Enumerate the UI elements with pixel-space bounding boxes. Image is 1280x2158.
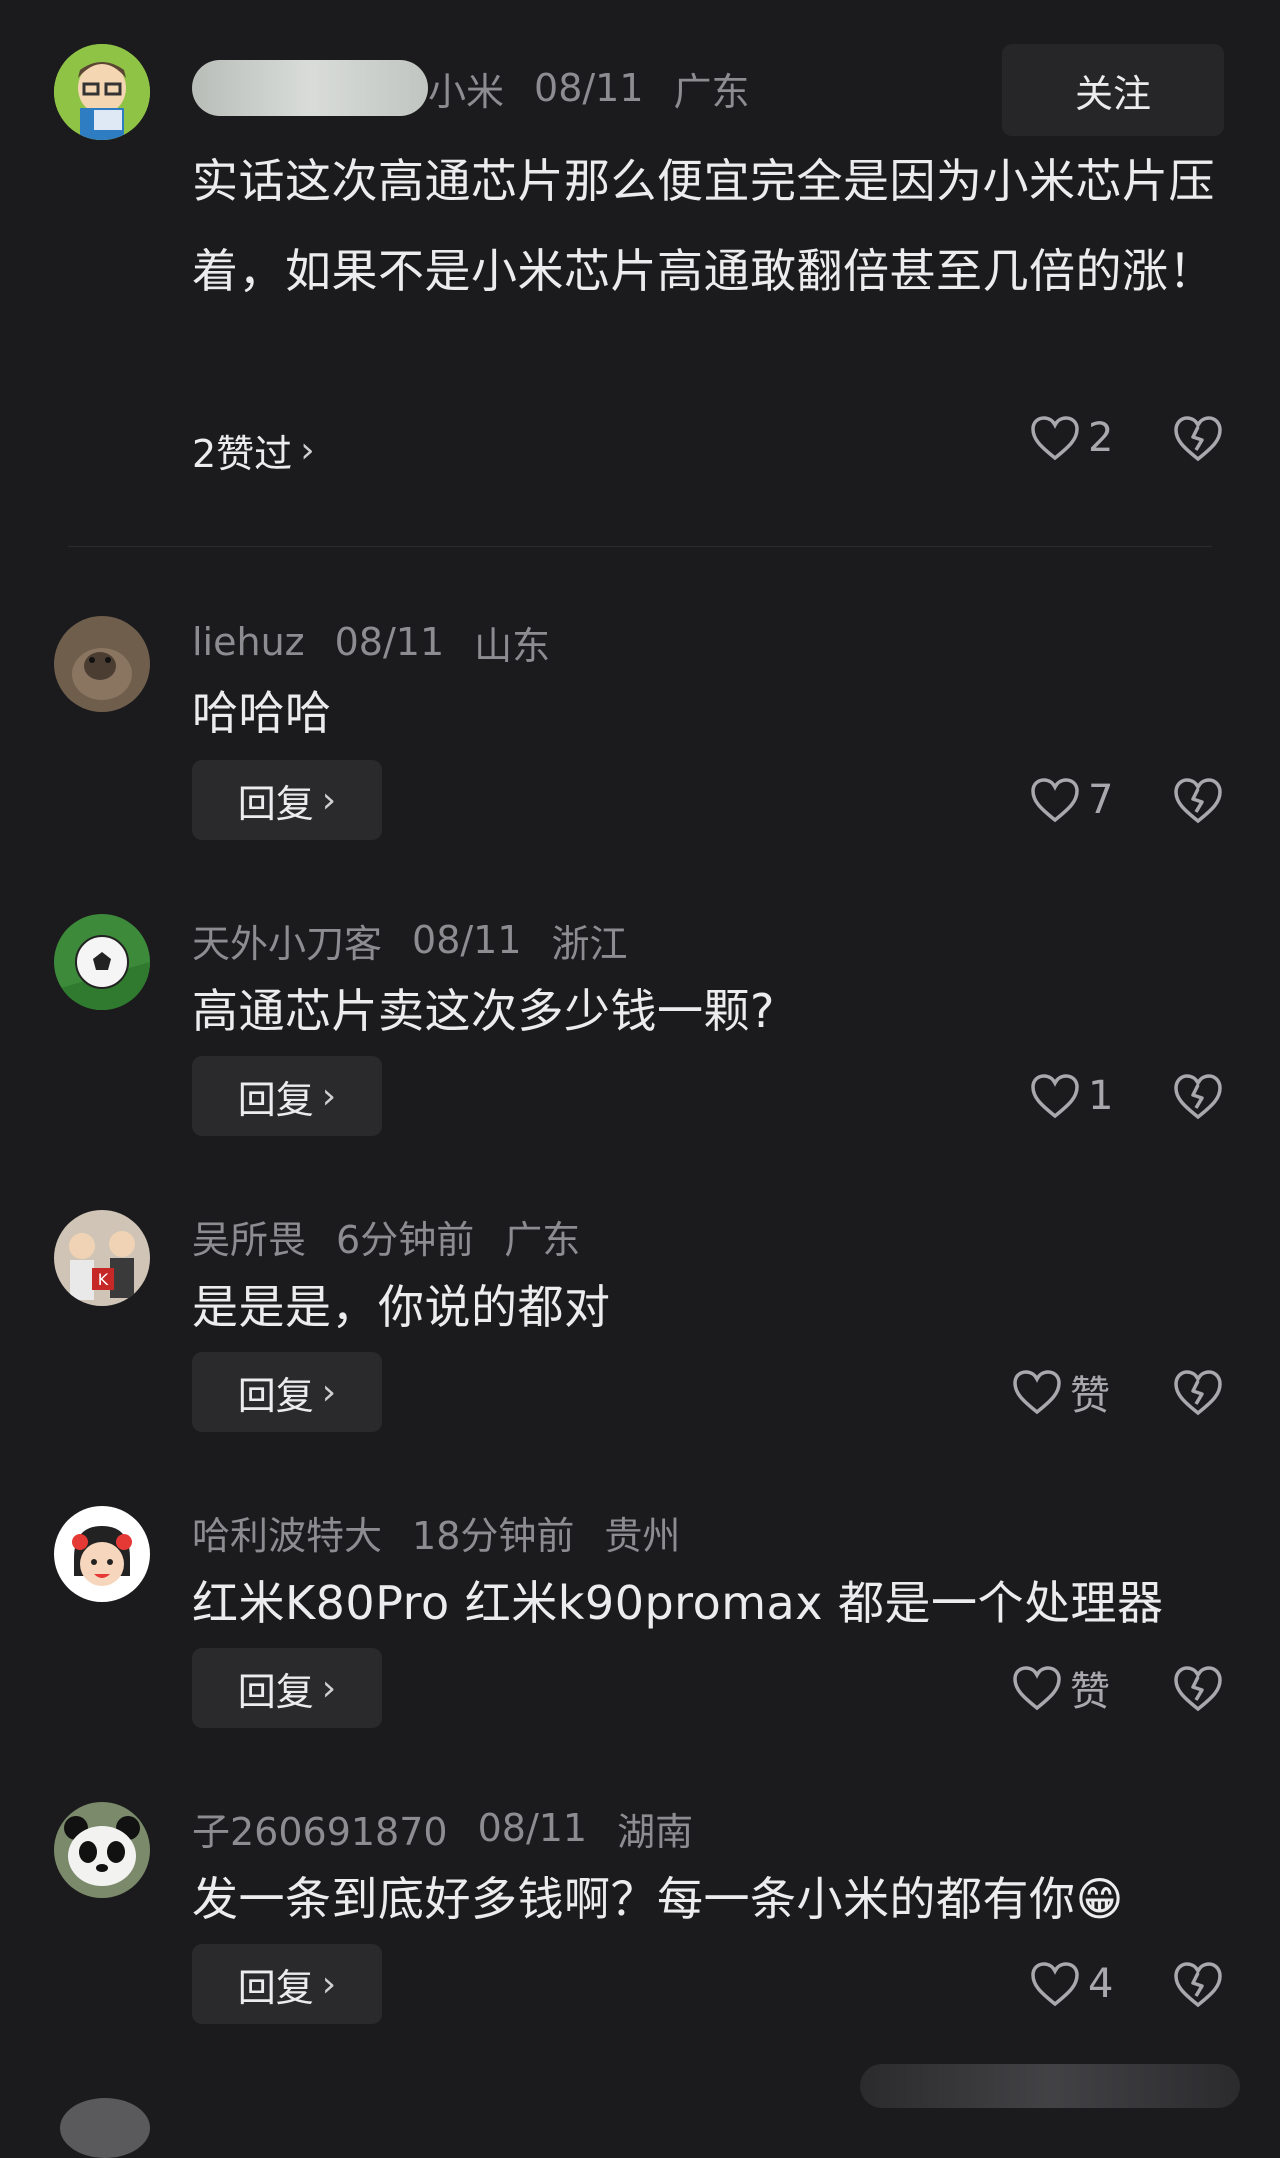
chevron-right-icon: › <box>321 1075 337 1117</box>
username[interactable]: liehuz <box>192 620 305 664</box>
like-count: 7 <box>1088 777 1114 823</box>
broken-heart-icon[interactable] <box>1172 412 1224 464</box>
comment-date: 08/11 <box>534 66 644 110</box>
avatar[interactable] <box>54 1802 150 1898</box>
heart-icon <box>1031 1074 1079 1119</box>
reply-label: 回复 <box>237 781 314 826</box>
avatar[interactable] <box>54 616 150 712</box>
chevron-right-icon: › <box>321 1667 337 1709</box>
reply-button[interactable]: 回复 › <box>192 760 382 840</box>
soccer-ball-icon <box>54 914 150 1010</box>
comment-meta: 小米 08/11 广东 <box>192 58 750 118</box>
like-button[interactable]: 1 <box>1030 1066 1113 1126</box>
comment-location: 湖南 <box>617 1809 694 1854</box>
like-button[interactable]: 2 <box>1030 408 1113 468</box>
comment-location: 广东 <box>673 69 750 114</box>
photo-avatar-icon <box>54 616 150 712</box>
comment-text: 高通芯片卖这次多少钱一颗? <box>192 984 775 1038</box>
follow-button[interactable]: 关注 <box>1002 44 1224 136</box>
comment-text: 红米K80Pro 红米k90promax 都是一个处理器 <box>192 1576 1164 1630</box>
cartoon-girl-avatar-icon <box>54 1506 150 1602</box>
avatar[interactable] <box>60 2098 150 2158</box>
like-button[interactable]: 7 <box>1030 770 1113 830</box>
comment-meta: 哈利波特大 18分钟前 贵州 <box>192 1502 680 1562</box>
cartoon-avatar-icon <box>54 44 150 140</box>
broken-heart-icon[interactable] <box>1172 1662 1224 1714</box>
comment-text: 哈哈哈 <box>192 686 332 740</box>
follow-label: 关注 <box>1074 71 1151 116</box>
chevron-right-icon: › <box>321 1371 337 1413</box>
reply-label: 回复 <box>237 1077 314 1122</box>
heart-icon <box>1013 1666 1061 1711</box>
reply-button[interactable]: 回复 › <box>192 1944 382 2024</box>
like-count: 2 <box>1088 415 1114 461</box>
comment-date: 08/11 <box>334 620 445 664</box>
comment-text: 实话这次高通芯片那么便宜完全是因为小米芯片压着，如果不是小米芯片高通敢翻倍甚至几… <box>192 154 1215 298</box>
username[interactable]: 天外小刀客 <box>192 913 382 968</box>
comment-location: 山东 <box>474 623 551 668</box>
heart-icon <box>1031 416 1079 461</box>
chevron-right-icon: › <box>321 779 337 821</box>
blurred-username <box>192 60 428 116</box>
comment-date: 18分钟前 <box>412 1513 575 1558</box>
comment-date: 08/11 <box>477 1806 588 1850</box>
username[interactable]: 哈利波特大 <box>192 1505 382 1560</box>
broken-heart-icon[interactable] <box>1172 1070 1224 1122</box>
reply-button[interactable]: 回复 › <box>192 1352 382 1432</box>
like-button[interactable]: 赞 <box>1012 1362 1110 1422</box>
reply-label: 回复 <box>237 1965 314 2010</box>
like-button[interactable]: 赞 <box>1012 1658 1110 1718</box>
broken-heart-icon[interactable] <box>1172 774 1224 826</box>
broken-heart-icon[interactable] <box>1172 1366 1224 1418</box>
heart-icon <box>1013 1370 1061 1415</box>
like-count: 4 <box>1088 1961 1114 2007</box>
username[interactable]: 吴所畏 <box>192 1209 306 1264</box>
reply-label: 回复 <box>237 1669 314 1714</box>
replies-link-label: 2赞过 <box>192 431 293 476</box>
panda-avatar-icon <box>54 1802 150 1898</box>
username[interactable]: 小米 <box>428 61 504 116</box>
heart-icon <box>1031 778 1079 823</box>
comment-text: 发一条到底好多钱啊？每一条小米的都有你😁 <box>192 1872 1124 1926</box>
broken-heart-icon[interactable] <box>1172 1958 1224 2010</box>
reply-button[interactable]: 回复 › <box>192 1056 382 1136</box>
comment-meta: 吴所畏 6分钟前 广东 <box>192 1206 580 1266</box>
comment-meta: 天外小刀客 08/11 浙江 <box>192 910 628 970</box>
comment-location: 浙江 <box>551 921 628 966</box>
heart-icon <box>1031 1962 1079 2007</box>
comment-meta: 子260691870 08/11 湖南 <box>192 1798 693 1858</box>
watermark <box>860 2064 1240 2108</box>
like-count: 赞 <box>1070 1669 1110 1715</box>
comment-date: 6分钟前 <box>336 1217 475 1262</box>
replies-link[interactable]: 2赞过 › <box>192 420 315 480</box>
chevron-right-icon: › <box>300 429 315 471</box>
like-button[interactable]: 4 <box>1030 1954 1113 2014</box>
reply-button[interactable]: 回复 › <box>192 1648 382 1728</box>
divider <box>68 546 1212 547</box>
comment-date: 08/11 <box>412 918 522 962</box>
username[interactable]: 子260691870 <box>192 1801 448 1856</box>
comment-text: 是是是，你说的都对 <box>192 1280 611 1334</box>
avatar[interactable] <box>54 44 150 140</box>
comment-location: 贵州 <box>604 1513 681 1558</box>
chevron-right-icon: › <box>321 1963 337 2005</box>
svg-text:K: K <box>98 1270 109 1289</box>
comment-location: 广东 <box>504 1217 581 1262</box>
avatar[interactable] <box>54 1506 150 1602</box>
reply-label: 回复 <box>237 1373 314 1418</box>
like-count: 赞 <box>1070 1373 1110 1419</box>
comment-meta: liehuz 08/11 山东 <box>192 612 550 672</box>
avatar[interactable] <box>54 914 150 1010</box>
avatar[interactable]: K <box>54 1210 150 1306</box>
group-photo-avatar-icon: K <box>54 1210 150 1306</box>
like-count: 1 <box>1088 1073 1114 1119</box>
